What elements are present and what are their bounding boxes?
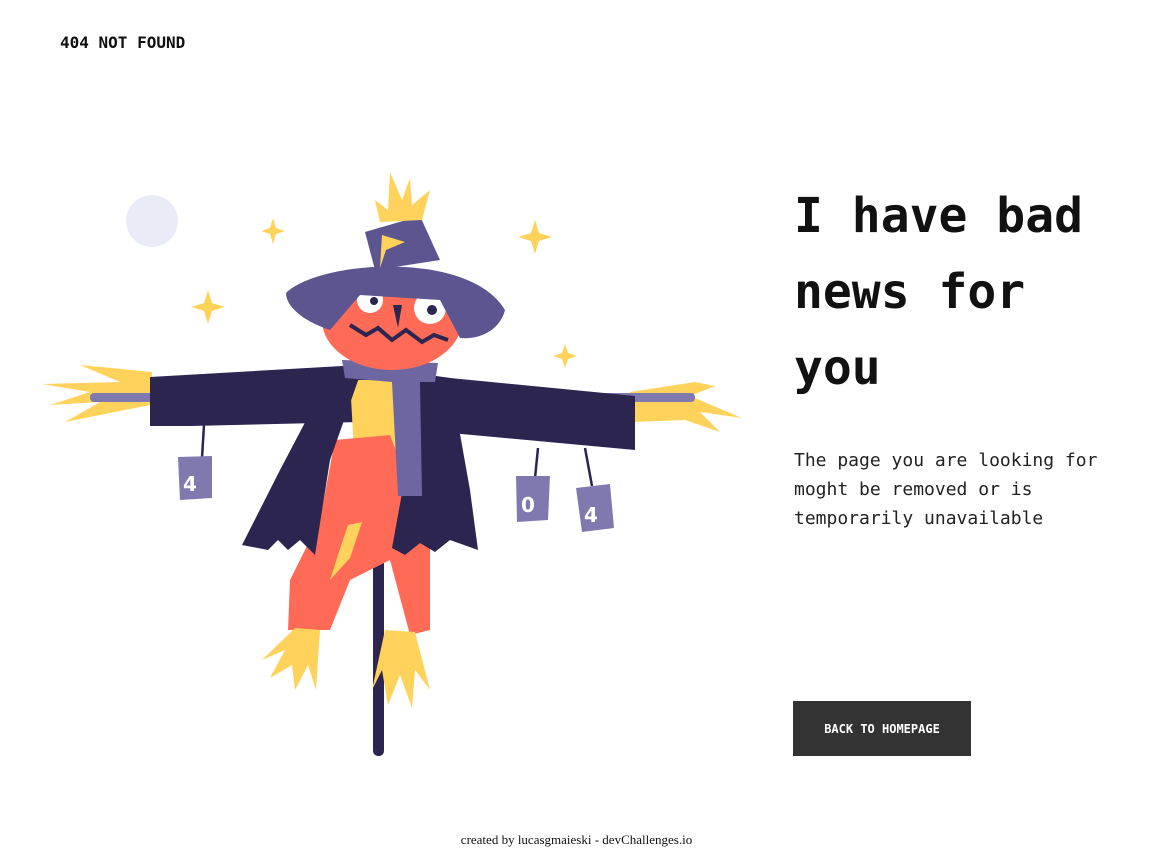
page-message: The page you are looking for moght be re… (794, 450, 1098, 529)
sparkle-icon (261, 218, 285, 244)
sparkle-icon (191, 290, 225, 324)
left-leg-straw (262, 628, 320, 690)
brand-title: 404 NOT FOUND (60, 33, 186, 52)
sparkle-icon (518, 220, 552, 254)
right-arm-straw (630, 382, 742, 432)
page-headline: I have bad news for you (794, 188, 1083, 396)
can-label-third: 4 (584, 503, 598, 527)
footer-credit: created by lucasgmaieski - devChallenges… (460, 832, 693, 847)
back-to-homepage-button[interactable]: BACK TO HOMEPAGE (793, 701, 971, 756)
can-icon-second: 0 (516, 476, 550, 522)
can-icon-third: 4 (576, 484, 614, 532)
can-label-second: 0 (521, 493, 535, 517)
scarecrow-illustration: 4 0 4 (42, 172, 742, 756)
can-icon-first: 4 (178, 456, 212, 500)
moon-icon (126, 195, 178, 247)
sparkle-icon (553, 344, 577, 368)
can-label-first: 4 (183, 472, 197, 496)
hat-straw (375, 172, 430, 222)
